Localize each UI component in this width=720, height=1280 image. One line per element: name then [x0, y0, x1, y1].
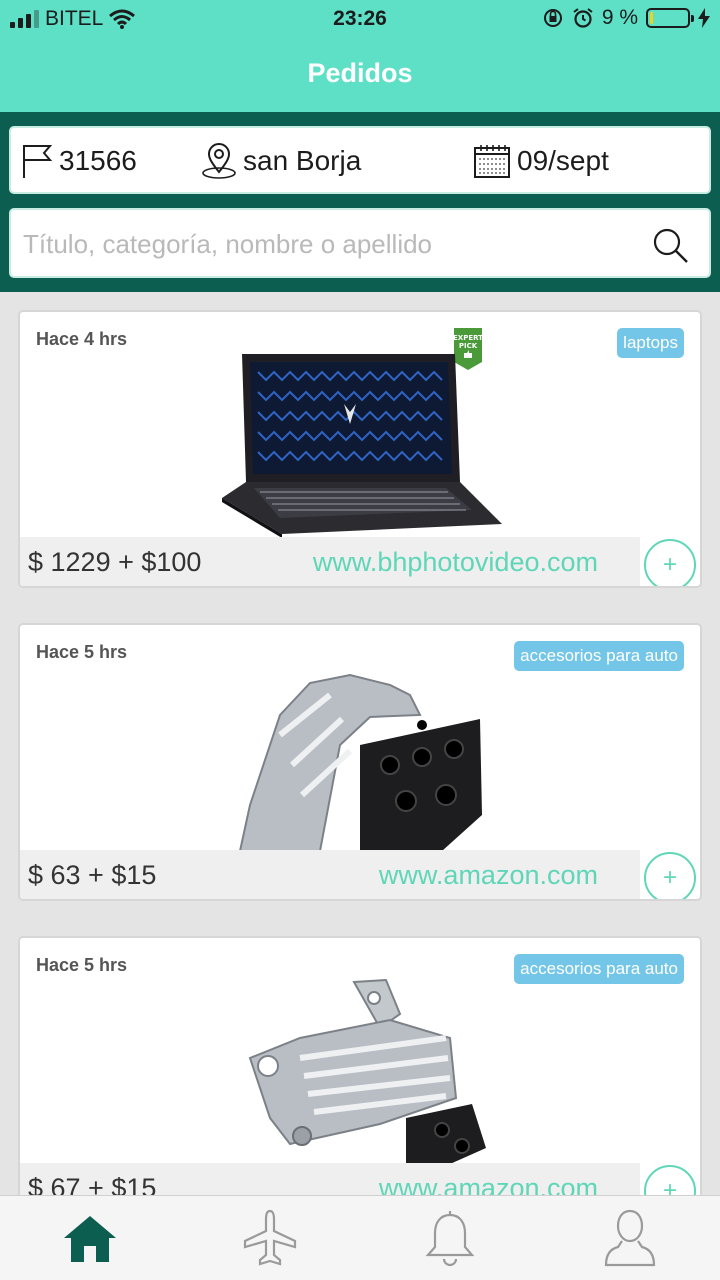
search-icon[interactable]	[651, 226, 689, 264]
order-id: 31566	[59, 145, 137, 176]
order-time: Hace 4 hrs	[36, 329, 128, 349]
filter-panel: 31566 san Borja 09/sept	[0, 112, 720, 292]
add-button[interactable]: +	[644, 852, 696, 899]
order-price: $ 67 + $15	[28, 1173, 157, 1195]
category-badge: laptops	[617, 328, 684, 358]
order-info-row: 31566 san Borja 09/sept	[9, 126, 711, 194]
tab-bar	[0, 1195, 720, 1280]
rotation-lock-icon	[543, 9, 562, 27]
battery-icon	[646, 8, 694, 28]
bell-icon	[425, 1211, 475, 1267]
price-bar: $ 1229 + $100 www.bhphotovideo.com	[20, 537, 640, 586]
order-price: $ 1229 + $100	[28, 547, 202, 577]
order-card[interactable]: Hace 4 hrs laptops EXPERT PICK $ 1229 + …	[18, 310, 702, 588]
price-bar: $ 63 + $15 www.amazon.com	[20, 850, 640, 899]
airplane-icon	[243, 1209, 297, 1266]
order-card[interactable]: Hace 5 hrs accesorios para auto $ 67 + $…	[18, 936, 702, 1195]
battery-percent: 9 %	[601, 6, 638, 29]
engine-mount-image	[248, 978, 486, 1164]
app-header: Pedidos	[0, 40, 720, 112]
search-input[interactable]	[23, 222, 633, 266]
status-right: 9 %	[542, 6, 710, 30]
category-badge: accesorios para auto	[514, 954, 684, 984]
store-link[interactable]: www.amazon.com	[379, 860, 598, 891]
status-bar: BITEL 23:26 9 %	[0, 0, 720, 40]
price-bar: $ 67 + $15 www.amazon.com	[20, 1163, 640, 1195]
store-link[interactable]: www.amazon.com	[379, 1173, 598, 1195]
order-id-filter[interactable]: 31566	[21, 142, 137, 180]
home-icon	[64, 1216, 116, 1262]
tab-flights[interactable]	[238, 1206, 302, 1270]
user-icon	[604, 1209, 656, 1267]
order-price: $ 63 + $15	[28, 860, 157, 890]
location-pin-icon	[202, 143, 236, 179]
order-time: Hace 5 hrs	[36, 642, 128, 662]
category-badge: accesorios para auto	[514, 641, 684, 671]
date-filter[interactable]: 09/sept	[473, 142, 609, 180]
svg-text:EXPERT: EXPERT	[453, 334, 483, 342]
charging-icon	[698, 8, 710, 28]
store-link[interactable]: www.bhphotovideo.com	[313, 547, 598, 578]
tab-profile[interactable]	[598, 1206, 662, 1270]
tab-home[interactable]	[58, 1206, 122, 1270]
alarm-icon	[573, 8, 593, 28]
laptop-image	[222, 354, 502, 538]
orders-feed[interactable]: Hace 4 hrs laptops EXPERT PICK $ 1229 + …	[0, 292, 720, 1195]
location-filter[interactable]: san Borja	[201, 142, 361, 180]
date-value: 09/sept	[517, 145, 609, 176]
engine-mount-image	[238, 673, 482, 851]
search-box	[9, 208, 711, 278]
order-card[interactable]: Hace 5 hrs accesorios para auto $ 63 + $…	[18, 623, 702, 901]
location-name: san Borja	[243, 145, 362, 176]
order-time: Hace 5 hrs	[36, 955, 128, 975]
tab-notifications[interactable]	[418, 1206, 482, 1270]
add-button[interactable]: +	[644, 1165, 696, 1195]
add-button[interactable]: +	[644, 539, 696, 586]
flag-icon	[23, 145, 53, 178]
calendar-icon	[474, 145, 510, 178]
page-title: Pedidos	[307, 58, 413, 88]
